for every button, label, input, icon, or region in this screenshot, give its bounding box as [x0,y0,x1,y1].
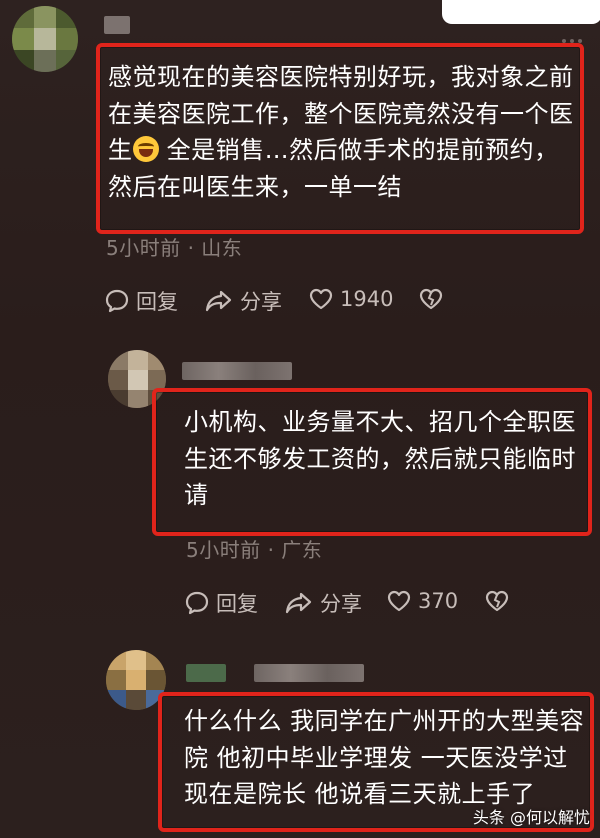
comment-text: 小机构、业务量不大、招几个全职医生还不够发工资的，然后就只能临时请 [184,408,576,509]
reply-button[interactable]: 回复 [104,286,178,316]
share-icon [285,592,312,614]
comment-meta: 5小时前 · 广东 [186,538,323,562]
username-blurred[interactable] [104,16,130,34]
heart-icon [387,590,411,612]
username-blurred[interactable] [254,664,364,682]
comment-meta: 5小时前 · 山东 [106,236,243,260]
username-blurred[interactable] [186,664,226,682]
like-count: 1940 [340,287,394,311]
broken-heart-icon [419,288,443,310]
comment-text: 什么什么 我同学在广州开的大型美容院 他初中毕业学理发 一天医没学过 现在是院长… [184,707,585,808]
share-label: 分享 [240,290,282,314]
comment-text-part: 全是销售…然后做手术的提前预约，然后在叫医生来，一单一结 [108,136,559,201]
dislike-button[interactable] [484,588,510,614]
like-button[interactable]: 1940 [308,286,393,312]
like-count: 370 [418,589,459,613]
avatar[interactable] [106,650,166,710]
avatar[interactable] [12,6,78,72]
reply-label: 回复 [136,290,178,314]
share-icon [205,290,232,312]
top-popup [442,0,600,24]
broken-heart-icon [485,590,509,612]
watermark-text: 头条 @何以解忧 [472,808,590,827]
reply-button[interactable]: 回复 [184,588,258,618]
watermark: 头条 @何以解忧 [473,804,590,828]
share-button[interactable]: 分享 [204,286,282,316]
dislike-button[interactable] [418,286,444,312]
share-label: 分享 [320,592,362,616]
laughing-emoji-icon [132,136,159,162]
more-options-icon[interactable] [562,28,586,43]
reply-label: 回复 [216,592,258,616]
heart-icon [309,288,333,310]
share-button[interactable]: 分享 [284,588,362,618]
reply-icon [105,289,129,313]
comment-text: 感觉现在的美容医院特别好玩，我对象之前在美容医院工作，整个医院竟然没有一个医生 … [108,59,578,205]
reply-icon [185,591,209,615]
username-blurred[interactable] [182,362,292,380]
like-button[interactable]: 370 [386,588,458,614]
